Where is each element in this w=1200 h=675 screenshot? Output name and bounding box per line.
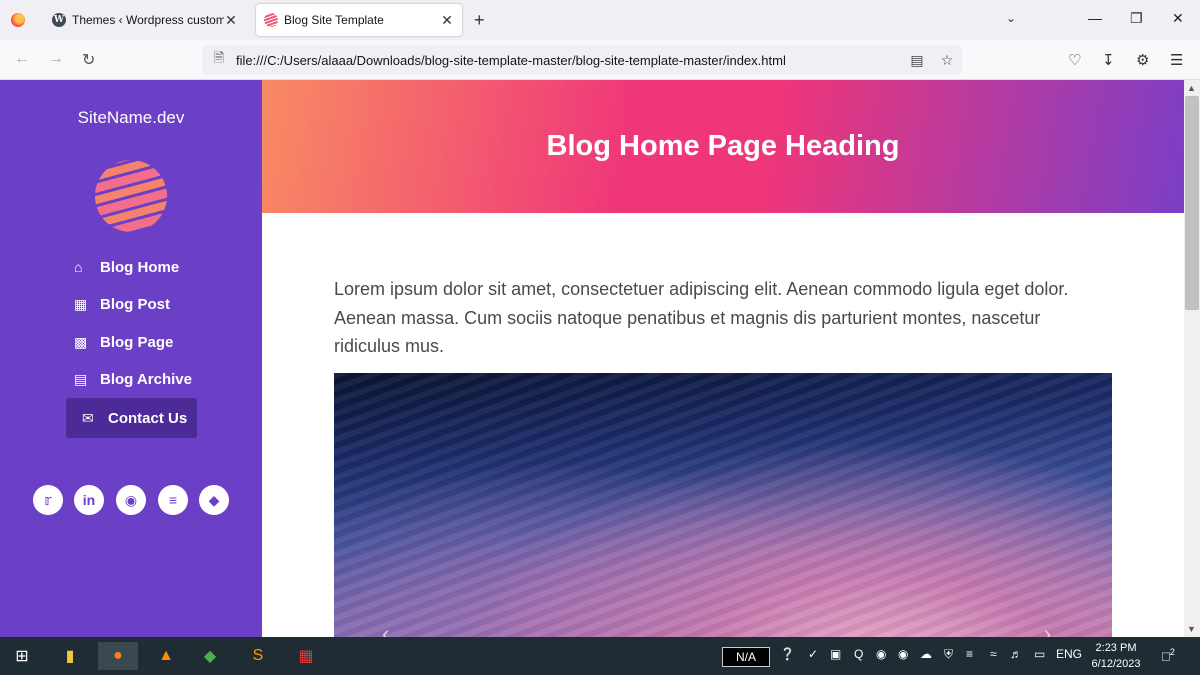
new-tab-button[interactable]: + — [474, 10, 485, 31]
maximize-button[interactable]: ❐ — [1130, 10, 1143, 27]
page-title: Blog Home Page Heading — [546, 130, 900, 162]
file-explorer-icon[interactable]: ▮ — [50, 642, 90, 670]
tab-blog-site-template[interactable]: Blog Site Template ✕ — [256, 4, 462, 36]
clock[interactable]: 2:23 PM 6/12/2023 — [1086, 640, 1146, 672]
navigation-toolbar: ← → ↻ 🗎 file:///C:/Users/alaaa/Downloads… — [0, 40, 1200, 80]
input-icon[interactable]: ≡ — [966, 647, 973, 661]
url-text: file:///C:/Users/alaaa/Downloads/blog-si… — [236, 52, 786, 68]
bookmark-star-icon[interactable]: ☆ — [932, 52, 962, 69]
tab-bar: W Themes ‹ Wordpress custom th ✕ Blog Si… — [0, 0, 1200, 40]
sublime-text-icon[interactable]: S — [238, 642, 278, 670]
page-viewport: SiteName.dev ⌂ Blog Home ▦ Blog Post ▩ B… — [0, 80, 1184, 637]
battery-icon[interactable]: ▭ — [1034, 647, 1045, 661]
site-logo-icon — [95, 160, 167, 232]
nav-label: Blog Page — [100, 333, 174, 351]
cloud-icon[interactable]: ☁ — [920, 647, 932, 661]
nav-label: Contact Us — [108, 409, 188, 427]
tray-orange-icon[interactable]: ◉ — [876, 647, 886, 661]
nav-contact-us[interactable]: ✉ Contact Us — [66, 398, 197, 438]
app-diamond-icon[interactable]: ◆ — [190, 642, 230, 670]
minimize-button[interactable]: — — [1088, 10, 1102, 26]
firefox-menu-icon[interactable] — [0, 0, 36, 40]
tray-green-icon[interactable]: ◉ — [898, 647, 908, 661]
archive-icon: ▤ — [74, 370, 88, 387]
envelope-icon: ✉ — [82, 409, 94, 426]
windows-taskbar: ⊞ ▮ ● ▲ ◆ S ▦ N/A ❔ ✓ ▣ Q ◉ ◉ ☁ ⛨ ≡ ≈ ♬ … — [0, 637, 1200, 675]
nav-label: Blog Home — [100, 258, 180, 276]
na-indicator: N/A — [722, 647, 770, 667]
date: 6/12/2023 — [1091, 658, 1141, 670]
page-header: Blog Home Page Heading — [262, 80, 1184, 213]
url-bar[interactable]: 🗎 file:///C:/Users/alaaa/Downloads/blog-… — [202, 45, 962, 75]
site-name[interactable]: SiteName.dev — [0, 108, 262, 128]
twitter-icon[interactable]: 𝕣 — [33, 485, 63, 515]
carousel-image: ‹ › — [334, 373, 1112, 637]
scrollbar-thumb[interactable] — [1185, 96, 1199, 310]
reader-view-icon[interactable]: ▤ — [902, 52, 932, 69]
page-icon: 🗎 — [213, 50, 225, 65]
winrar-icon[interactable]: ▦ — [286, 642, 326, 670]
menu-hamburger-icon[interactable]: ☰ — [1170, 51, 1183, 69]
pocket-icon[interactable]: ♡ — [1068, 51, 1081, 69]
back-arrow-icon[interactable]: ← — [14, 50, 30, 68]
scroll-down-icon[interactable]: ▼ — [1187, 624, 1196, 634]
stack-overflow-icon[interactable]: ≡ — [158, 485, 188, 515]
volume-icon[interactable]: ♬ — [1010, 647, 1022, 661]
home-icon: ⌂ — [74, 259, 83, 275]
intro-paragraph: Lorem ipsum dolor sit amet, consectetuer… — [334, 279, 1069, 356]
close-tab-icon[interactable]: ✕ — [440, 12, 454, 29]
tab-title: Blog Site Template — [284, 13, 384, 27]
nav-blog-post[interactable]: ▦ Blog Post — [66, 285, 197, 323]
tab-title: Themes ‹ Wordpress custom th — [72, 13, 224, 27]
codepen-icon[interactable]: ◆ — [199, 485, 229, 515]
nav-label: Blog Archive — [100, 370, 192, 388]
close-window-button[interactable]: ✕ — [1172, 10, 1184, 27]
list-tabs-chevron-icon[interactable]: ⌄ — [1006, 11, 1016, 25]
forward-arrow-icon[interactable]: → — [48, 50, 64, 68]
windows-start-icon[interactable]: ⊞ — [2, 642, 42, 670]
sidebar: SiteName.dev ⌂ Blog Home ▦ Blog Post ▩ B… — [0, 80, 262, 637]
carousel-next-icon[interactable]: › — [1044, 621, 1051, 637]
carousel-prev-icon[interactable]: ‹ — [382, 621, 389, 637]
nav-blog-page[interactable]: ▩ Blog Page — [66, 323, 197, 361]
file-image-icon: ▩ — [74, 333, 88, 350]
wifi-icon[interactable]: ≈ — [990, 647, 997, 661]
reload-icon[interactable]: ↻ — [82, 50, 95, 70]
language-indicator[interactable]: ENG — [1056, 647, 1082, 661]
vlc-icon[interactable]: ▲ — [146, 642, 186, 670]
help-icon[interactable]: ❔ — [780, 647, 795, 661]
time: 2:23 PM — [1095, 642, 1137, 654]
nav-label: Blog Post — [100, 295, 170, 313]
firefox-taskbar-icon[interactable]: ● — [98, 642, 138, 670]
nav-blog-archive[interactable]: ▤ Blog Archive — [66, 360, 197, 398]
github-icon[interactable]: ◉ — [116, 485, 146, 515]
file-icon: ▦ — [74, 295, 88, 312]
tab-themes[interactable]: W Themes ‹ Wordpress custom th ✕ — [44, 4, 246, 36]
notifications-icon[interactable]: □2 — [1162, 647, 1175, 663]
scroll-up-icon[interactable]: ▲ — [1187, 83, 1196, 93]
linkedin-icon[interactable]: in — [74, 485, 104, 515]
tray-app-icon[interactable]: ▣ — [830, 647, 841, 661]
close-tab-icon[interactable]: ✕ — [224, 12, 238, 29]
extensions-icon[interactable]: ⚙ — [1136, 51, 1149, 69]
shield-icon[interactable]: ⛨ — [944, 647, 953, 662]
tray-q-icon[interactable]: Q — [854, 647, 863, 661]
nav-blog-home[interactable]: ⌂ Blog Home — [66, 248, 197, 286]
download-icon[interactable]: ↧ — [1102, 51, 1115, 69]
site-favicon-icon — [264, 13, 278, 27]
wordpress-icon: W — [52, 13, 66, 27]
tray-check-icon[interactable]: ✓ — [808, 647, 818, 661]
